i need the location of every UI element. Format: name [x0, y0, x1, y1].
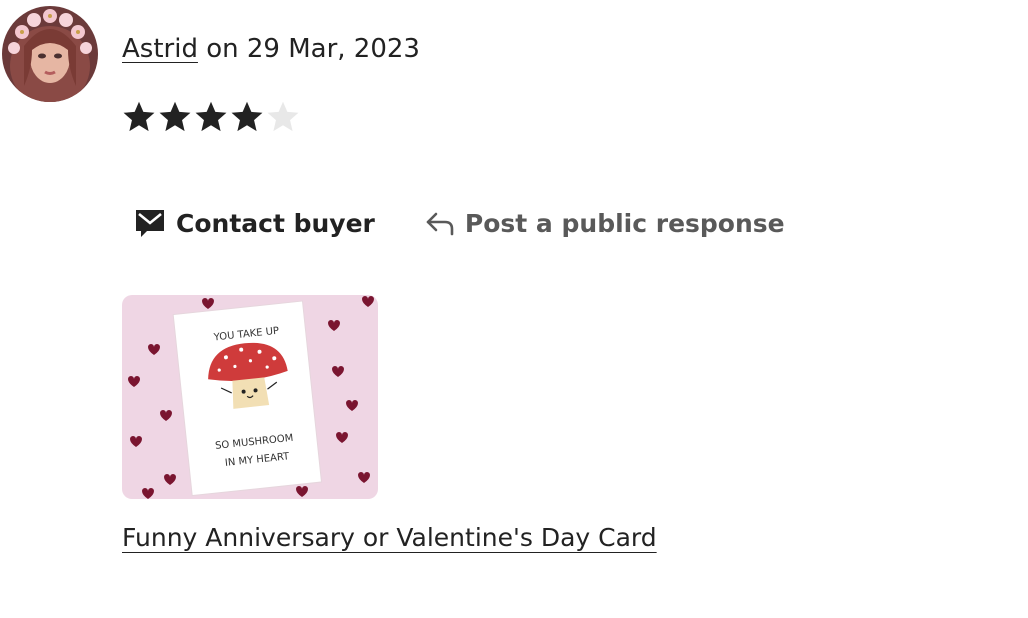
- mail-icon: [134, 208, 166, 238]
- listing-thumbnail[interactable]: YOU TAKE UP SO MUSHROOM IN MY HEART: [122, 295, 378, 499]
- review-date: on 29 Mar, 2023: [197, 34, 420, 64]
- reviewer-name-link[interactable]: Astrid: [122, 34, 198, 64]
- post-public-response-button[interactable]: Post a public response: [425, 202, 785, 244]
- review-actions: Contact buyer Post a public response: [134, 202, 785, 244]
- review-meta: Astrid on 29 Mar, 2023: [122, 31, 420, 67]
- star-filled-icon: [195, 101, 227, 132]
- star-filled-icon: [159, 101, 191, 132]
- star-filled-icon: [231, 101, 263, 132]
- reviewer-avatar[interactable]: [2, 6, 98, 102]
- contact-buyer-label: Contact buyer: [176, 208, 375, 238]
- star-rating: [121, 99, 301, 135]
- listing-title-link[interactable]: Funny Anniversary or Valentine's Day Car…: [122, 520, 657, 556]
- star-filled-icon: [123, 101, 155, 132]
- reply-arrow-icon: [425, 210, 455, 236]
- contact-buyer-button[interactable]: Contact buyer: [134, 202, 375, 244]
- star-empty-icon: [267, 101, 299, 132]
- post-public-response-label: Post a public response: [464, 208, 785, 238]
- review-card: Astrid on 29 Mar, 2023 Contact buyer Pos…: [0, 0, 1028, 618]
